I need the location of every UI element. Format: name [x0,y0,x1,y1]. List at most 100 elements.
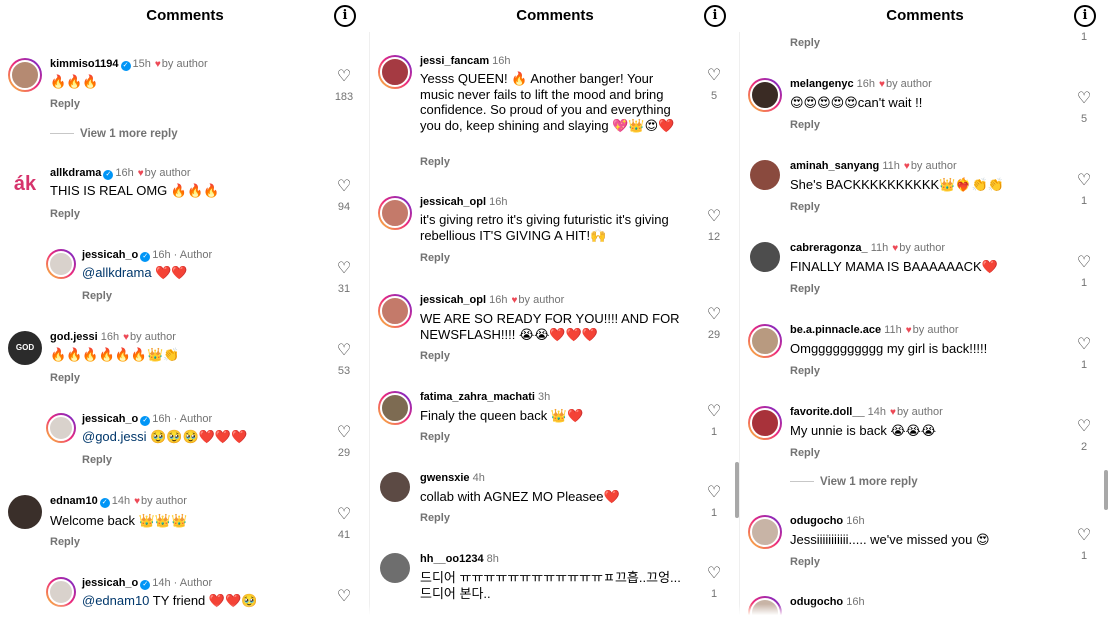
info-circle-icon[interactable]: i [704,5,726,27]
avatar[interactable] [378,294,412,328]
like-button[interactable]: ♡ 94 [332,178,356,213]
heart-outline-icon[interactable]: ♡ [702,306,726,324]
heart-outline-icon[interactable]: ♡ [1072,172,1096,190]
mention-link[interactable]: @allkdrama [82,265,152,280]
like-button[interactable]: ♡ 29 [702,306,726,341]
heart-outline-icon[interactable]: ♡ [332,342,356,360]
reply-button[interactable]: Reply [420,431,450,443]
scrollbar[interactable] [1104,470,1108,510]
heart-outline-icon[interactable]: ♡ [1072,527,1096,545]
like-button[interactable]: ♡ 1 [702,484,726,519]
heart-outline-icon[interactable]: ♡ [332,506,356,524]
avatar[interactable]: ák [8,167,42,201]
heart-outline-icon[interactable]: ♡ [702,403,726,421]
avatar[interactable] [46,577,76,607]
username[interactable]: fatima_zahra_machati [420,391,535,403]
avatar[interactable] [378,391,412,425]
username[interactable]: jessicah_o [82,413,138,425]
mention-link[interactable]: @god.jessi [82,429,147,444]
info-circle-icon[interactable]: i [1074,5,1096,27]
heart-outline-icon[interactable]: ♡ [702,484,726,502]
like-button[interactable]: ♡ 1 [1072,336,1096,371]
username[interactable]: jessicah_o [82,577,138,589]
reply-button[interactable]: Reply [790,201,820,213]
reply-button[interactable]: Reply [420,350,450,362]
reply-button[interactable]: Reply [420,252,450,264]
avatar[interactable] [8,495,42,529]
reply-button[interactable]: Reply [50,536,80,548]
avatar[interactable] [380,472,410,502]
avatar[interactable] [380,553,410,583]
heart-outline-icon[interactable]: ♡ [332,260,356,278]
reply-button[interactable]: Reply [50,98,80,110]
heart-outline-icon[interactable]: ♡ [1072,254,1096,272]
like-button[interactable]: ♡ 1 [702,565,726,600]
avatar[interactable] [8,58,42,92]
like-button[interactable]: ♡ 1 [702,403,726,438]
info-circle-icon[interactable]: i [334,5,356,27]
like-button[interactable]: ♡ 31 [332,260,356,295]
avatar[interactable]: GOD JESSI [8,331,42,386]
heart-outline-icon[interactable]: ♡ [702,67,726,85]
like-button[interactable]: ♡ 1 [1072,527,1096,562]
avatar[interactable] [46,249,76,279]
username[interactable]: jessicah_opl [420,294,486,306]
username[interactable]: allkdrama [50,167,101,179]
reply-button[interactable]: Reply [790,283,820,295]
reply-button[interactable]: Reply [420,512,450,524]
like-button[interactable]: ♡ 5 [1072,90,1096,125]
username[interactable]: gwensxie [420,472,470,484]
reply-button[interactable]: Reply [50,372,80,384]
view-more-replies[interactable]: View 1 more reply [790,476,918,488]
reply-button[interactable]: Reply [420,156,450,168]
heart-outline-icon[interactable]: ♡ [702,208,726,226]
avatar[interactable] [750,160,780,190]
avatar[interactable] [750,242,780,272]
avatar[interactable] [748,406,782,440]
like-button[interactable]: ♡ 183 [332,68,356,103]
username[interactable]: jessi_fancam [420,55,489,67]
reply-button[interactable]: Reply [790,447,820,459]
username[interactable]: jessicah_opl [420,196,486,208]
avatar[interactable] [748,515,782,549]
heart-outline-icon[interactable]: ♡ [702,565,726,583]
like-button[interactable]: ♡ 29 [332,424,356,459]
avatar[interactable] [748,324,782,358]
like-button[interactable]: ♡ 41 [332,506,356,541]
reply-button[interactable]: Reply [82,290,112,302]
reply-button[interactable]: Reply [790,119,820,131]
heart-outline-icon[interactable]: ♡ [1072,418,1096,436]
username[interactable]: aminah_sanyang [790,160,879,172]
view-more-replies[interactable]: View 1 more reply [50,128,178,140]
heart-outline-icon[interactable]: ♡ [332,68,356,86]
username[interactable]: melangenyc [790,78,854,90]
heart-outline-icon[interactable]: ♡ [332,424,356,442]
reply-button[interactable]: Reply [82,454,112,466]
heart-outline-icon[interactable]: ♡ [1072,336,1096,354]
like-button[interactable]: ♡ 53 [332,342,356,377]
avatar[interactable] [46,413,76,443]
username[interactable]: ednam10 [50,495,98,507]
username[interactable]: be.a.pinnacle.ace [790,324,881,336]
username[interactable]: cabreragonza_ [790,242,868,254]
like-button[interactable]: ♡ 5 [702,67,726,102]
username[interactable]: god.jessi [50,331,98,343]
reply-button[interactable]: Reply [790,37,820,49]
heart-outline-icon[interactable]: ♡ [1072,90,1096,108]
username[interactable]: odugocho [790,515,843,527]
reply-button[interactable]: Reply [790,556,820,568]
avatar[interactable] [378,196,412,230]
username[interactable]: jessicah_o [82,249,138,261]
username[interactable]: favorite.doll__ [790,406,865,418]
like-button[interactable]: ♡ 1 [1072,254,1096,289]
reply-button[interactable]: Reply [50,208,80,220]
like-button[interactable]: ♡ 2 [1072,418,1096,453]
username[interactable]: kimmiso1194 [50,58,119,70]
heart-outline-icon[interactable]: ♡ [332,178,356,196]
avatar[interactable] [748,78,782,112]
like-button[interactable]: ♡ 12 [702,208,726,243]
reply-button[interactable]: Reply [790,365,820,377]
avatar[interactable] [378,55,412,89]
like-button[interactable]: ♡ 1 [1072,172,1096,207]
username[interactable]: hh__oo1234 [420,553,484,565]
